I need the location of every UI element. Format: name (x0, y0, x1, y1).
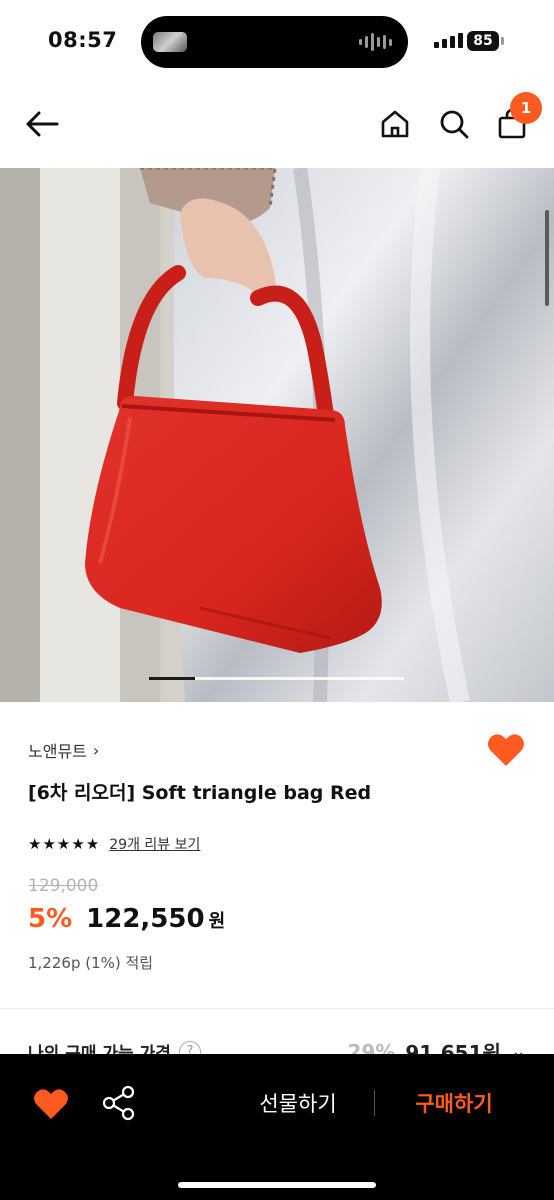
star-icon: ★ (42, 834, 56, 853)
star-icon: ★ (85, 834, 100, 853)
wishlist-heart-icon[interactable] (486, 730, 526, 770)
buy-button[interactable]: 구매하기 (392, 1088, 516, 1118)
star-rating: ★ ★ ★ ★ ★ (28, 834, 100, 853)
back-arrow-icon (26, 111, 59, 137)
carousel-progress-thumb (149, 677, 195, 680)
brand-name: 노앤뮤트 (28, 742, 87, 761)
back-button[interactable] (22, 104, 62, 144)
cart-count-badge: 1 (510, 92, 542, 124)
product-title: [6차 리오더] Soft triangle bag Red (28, 782, 372, 804)
battery-cap (501, 37, 504, 45)
home-button[interactable] (375, 104, 415, 144)
star-icon: ★ (28, 834, 42, 853)
now-playing-thumbnail (153, 32, 187, 52)
sale-price: 122,550 (86, 904, 205, 934)
carousel-progress (149, 677, 404, 680)
search-button[interactable] (434, 104, 474, 144)
product-photo-red-bag (0, 168, 554, 702)
star-icon: ★ (71, 834, 85, 853)
rating-summary: ★ ★ ★ ★ ★ 29개 리뷰 보기 (28, 834, 200, 854)
search-icon (440, 110, 469, 139)
chevron-right-icon: › (92, 740, 100, 760)
status-time: 08:57 (48, 28, 118, 52)
button-separator (374, 1090, 375, 1116)
reward-points: 1,226p (1%) 적립 (28, 954, 154, 972)
dynamic-island (141, 16, 408, 68)
like-heart-icon[interactable] (32, 1086, 70, 1122)
scroll-indicator (545, 210, 549, 306)
product-info: 노앤뮤트 › [6차 리오더] Soft triangle bag Red ★ ★… (0, 702, 554, 1008)
product-image[interactable] (0, 168, 554, 702)
review-link[interactable]: 29개 리뷰 보기 (109, 834, 200, 854)
bottom-action-bar: 선물하기 구매하기 (0, 1054, 554, 1200)
cellular-signal-icon (434, 33, 463, 48)
gift-button[interactable]: 선물하기 (238, 1088, 358, 1118)
battery-icon: 85 (467, 31, 499, 51)
star-icon: ★ (56, 834, 71, 853)
home-icon (381, 110, 409, 138)
audio-wave-icon (359, 33, 392, 51)
share-icon[interactable] (102, 1085, 136, 1121)
brand-link[interactable]: 노앤뮤트 › (28, 738, 99, 762)
discount-rate: 5% (28, 904, 73, 934)
status-bar: 08:57 85 (0, 0, 554, 84)
top-nav-bar (0, 84, 554, 168)
price-row: 5% 122,550 원 (28, 904, 225, 934)
original-price: 129,000 (28, 876, 99, 896)
currency-unit: 원 (208, 911, 226, 932)
home-indicator (178, 1182, 376, 1188)
